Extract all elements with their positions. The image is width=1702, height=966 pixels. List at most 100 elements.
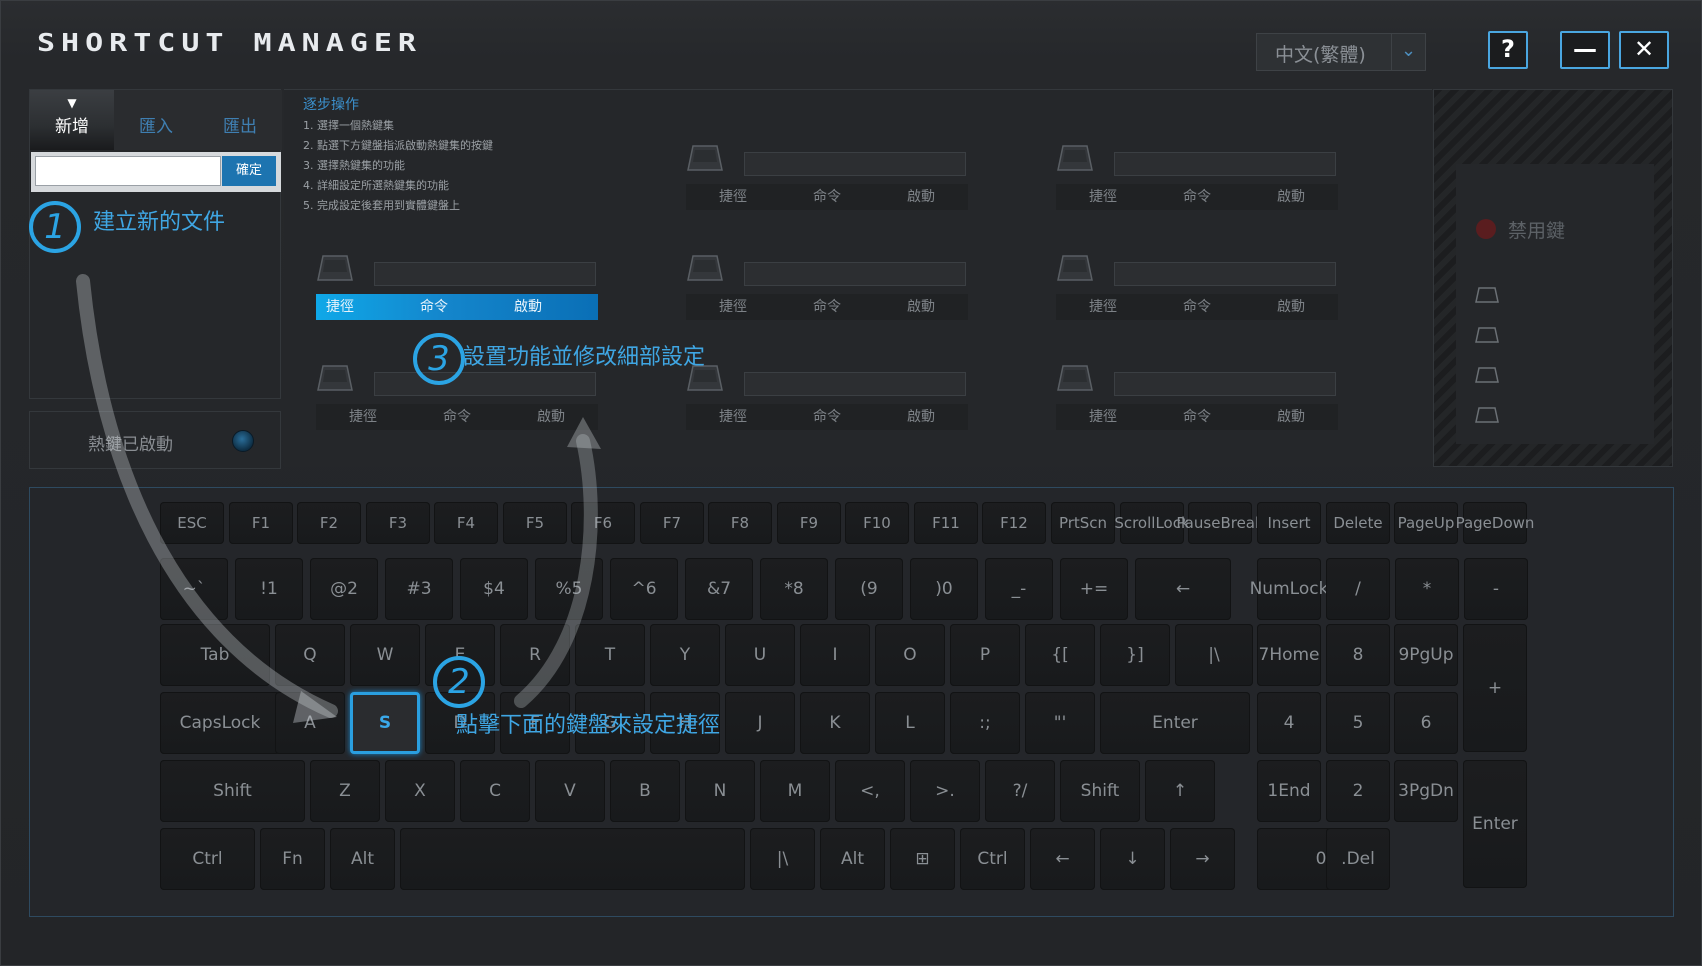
letter-key[interactable]: C — [460, 760, 530, 822]
letter-key[interactable]: <, — [835, 760, 905, 822]
function-key[interactable]: F6 — [571, 502, 635, 544]
modifier-key[interactable]: Fn — [260, 828, 325, 890]
letter-key[interactable]: N — [685, 760, 755, 822]
letter-key[interactable]: Caps Lock — [160, 692, 280, 754]
number-row-key[interactable]: (9 — [835, 558, 903, 620]
letter-key[interactable]: L — [875, 692, 945, 754]
function-key[interactable]: Page Up — [1394, 502, 1458, 544]
letter-key[interactable]: 4 — [1257, 692, 1321, 754]
letter-key[interactable]: B — [610, 760, 680, 822]
slot-name-field[interactable] — [374, 262, 596, 286]
slot-name-field[interactable] — [744, 372, 966, 396]
slot-tab[interactable]: 捷徑 — [316, 404, 410, 430]
help-button[interactable]: ? — [1488, 31, 1528, 69]
letter-key[interactable]: M — [760, 760, 830, 822]
function-key[interactable]: Page Down — [1456, 502, 1534, 544]
function-key[interactable]: ESC — [160, 502, 224, 544]
modifier-key[interactable]: Alt — [330, 828, 395, 890]
hotkey-slot[interactable]: 捷徑 命令 啟動 — [686, 362, 986, 452]
slot-tab[interactable]: 啟動 — [1244, 184, 1338, 210]
letter-key[interactable]: ↑ — [1145, 760, 1215, 822]
function-key[interactable]: F11 — [914, 502, 978, 544]
slot-tab[interactable]: 捷徑 — [686, 294, 780, 320]
slot-tab[interactable]: 啟動 — [504, 404, 598, 430]
slot-tab[interactable]: 啟動 — [1244, 404, 1338, 430]
modifier-key[interactable]: ⊞ — [890, 828, 955, 890]
hotkey-slot[interactable]: 捷徑 命令 啟動 — [1056, 252, 1356, 342]
letter-key[interactable]: 3 PgDn — [1394, 760, 1458, 822]
hotkey-slot[interactable]: 捷徑 命令 啟動 — [686, 252, 986, 342]
hotkey-slot[interactable]: 捷徑 命令 啟動 — [686, 142, 986, 232]
letter-key[interactable]: W — [350, 624, 420, 686]
slot-tab[interactable]: 命令 — [1150, 294, 1244, 320]
function-key[interactable]: F8 — [708, 502, 772, 544]
letter-key[interactable]: {[ — [1025, 624, 1095, 686]
modifier-key[interactable]: ← — [1030, 828, 1095, 890]
slot-tab[interactable]: 捷徑 — [1056, 404, 1150, 430]
letter-key[interactable]: U — [725, 624, 795, 686]
hotkey-slot[interactable]: 捷徑 命令 啟動 — [1056, 142, 1356, 232]
number-row-key[interactable]: #3 — [385, 558, 453, 620]
slot-tab[interactable]: 捷徑 — [1056, 294, 1150, 320]
letter-key[interactable]: O — [875, 624, 945, 686]
modifier-key[interactable]: → — [1170, 828, 1235, 890]
hotkey-slot[interactable]: 捷徑 命令 啟動 — [316, 252, 616, 342]
function-key[interactable]: F5 — [503, 502, 567, 544]
slot-tab[interactable]: 啟動 — [874, 404, 968, 430]
slot-tab[interactable]: 啟動 — [504, 294, 598, 320]
letter-key[interactable]: 8 — [1326, 624, 1390, 686]
slot-tab[interactable]: 捷徑 — [686, 184, 780, 210]
number-row-key[interactable]: ← — [1135, 558, 1231, 620]
s-key-selected[interactable]: S — [350, 692, 420, 754]
slot-tab[interactable]: 啟動 — [874, 294, 968, 320]
number-row-key[interactable]: % 5 — [535, 558, 603, 620]
slot-name-field[interactable] — [374, 372, 596, 396]
hotkey-slot[interactable]: 捷徑 命令 啟動 — [1056, 362, 1356, 452]
number-row-key[interactable]: ~ ` — [160, 558, 228, 620]
letter-key[interactable]: " ' — [1025, 692, 1095, 754]
letter-key[interactable]: | \ — [1175, 624, 1253, 686]
letter-key[interactable]: K — [800, 692, 870, 754]
number-row-key[interactable]: + = — [1060, 558, 1128, 620]
slot-tab[interactable]: 啟動 — [1244, 294, 1338, 320]
letter-key[interactable]: 7 Home — [1257, 624, 1321, 686]
slot-tab[interactable]: 啟動 — [874, 184, 968, 210]
letter-key[interactable]: 1 End — [1257, 760, 1321, 822]
slot-tab[interactable]: 命令 — [1150, 184, 1244, 210]
letter-key[interactable]: Q — [275, 624, 345, 686]
number-row-key[interactable]: * 8 — [760, 558, 828, 620]
number-row-key[interactable]: - — [1464, 558, 1528, 620]
number-row-key[interactable]: _ - — [985, 558, 1053, 620]
function-key[interactable]: Insert — [1257, 502, 1321, 544]
slot-tab[interactable]: 命令 — [410, 294, 504, 320]
modifier-key[interactable]: Alt — [820, 828, 885, 890]
letter-key[interactable]: 2 — [1326, 760, 1390, 822]
keypad-enter-key[interactable]: Enter — [1463, 760, 1527, 888]
function-key[interactable]: F7 — [640, 502, 704, 544]
function-key[interactable]: F1 — [229, 502, 293, 544]
slot-name-field[interactable] — [1114, 262, 1336, 286]
number-row-key[interactable]: Num Lock — [1250, 558, 1328, 620]
close-button[interactable]: ✕ — [1619, 31, 1669, 69]
hotkey-slot[interactable]: 捷徑 命令 啟動 — [316, 362, 616, 452]
number-row-key[interactable]: ! 1 — [235, 558, 303, 620]
keypad-plus-key[interactable]: + — [1463, 624, 1527, 752]
new-file-name-input[interactable] — [35, 156, 221, 186]
slot-tab[interactable]: 命令 — [780, 294, 874, 320]
minimize-button[interactable]: — — [1560, 31, 1610, 69]
letter-key[interactable]: V — [535, 760, 605, 822]
letter-key[interactable]: 9 PgUp — [1394, 624, 1458, 686]
slot-tab[interactable]: 命令 — [1150, 404, 1244, 430]
number-row-key[interactable]: / — [1326, 558, 1390, 620]
number-row-key[interactable]: & 7 — [685, 558, 753, 620]
function-key[interactable]: F3 — [366, 502, 430, 544]
letter-key[interactable]: P — [950, 624, 1020, 686]
letter-key[interactable]: >. — [910, 760, 980, 822]
slot-tab[interactable]: 命令 — [780, 184, 874, 210]
letter-key[interactable]: Tab — [160, 624, 270, 686]
slot-tab[interactable]: 捷徑 — [686, 404, 780, 430]
number-row-key[interactable]: @2 — [310, 558, 378, 620]
modifier-key[interactable]: Ctrl — [960, 828, 1025, 890]
number-row-key[interactable]: ) 0 — [910, 558, 978, 620]
modifier-key[interactable]: Ctrl — [160, 828, 255, 890]
